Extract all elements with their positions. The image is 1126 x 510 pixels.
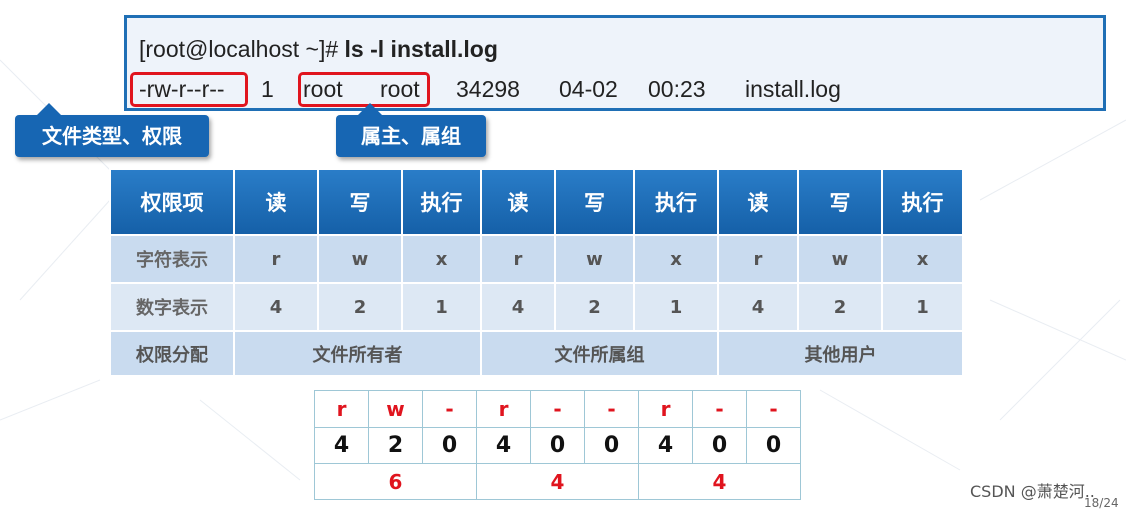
link-count: 1 <box>261 76 274 102</box>
header-cell: 读 <box>480 168 556 236</box>
time: 00:23 <box>648 76 706 102</box>
header-cell: 执行 <box>881 168 964 236</box>
example-grid: r w - r - - r - - 4 2 0 4 0 0 4 0 0 6 4 … <box>314 390 801 500</box>
sum-row: 6 4 4 <box>314 463 801 500</box>
row-label: 数字表示 <box>109 282 235 332</box>
header-cell: 写 <box>317 168 403 236</box>
row-label: 字符表示 <box>109 234 235 284</box>
symbol-cell: - <box>584 390 639 428</box>
cell: 2 <box>317 282 403 332</box>
cell: x <box>633 234 719 284</box>
digit-cell: 0 <box>422 427 477 464</box>
owner-group-highlight-box <box>298 72 430 107</box>
symbol-cell: r <box>638 390 693 428</box>
symbol-cell: - <box>746 390 801 428</box>
header-cell: 写 <box>797 168 883 236</box>
symbol-cell: - <box>530 390 585 428</box>
permission-table: 权限项 读 写 执行 读 写 执行 读 写 执行 字符表示 r w x r w … <box>109 168 964 377</box>
header-cell: 写 <box>554 168 635 236</box>
cell: 1 <box>401 282 482 332</box>
row-label: 权限分配 <box>109 330 235 377</box>
command-line: [root@localhost ~]# ls -l install.log <box>139 36 498 63</box>
cell: x <box>401 234 482 284</box>
prompt: [root@localhost ~]# <box>139 36 345 62</box>
header-cell: 读 <box>717 168 799 236</box>
filename: install.log <box>745 76 841 102</box>
char-row: 字符表示 r w x r w x r w x <box>109 234 964 284</box>
digit-cell: 4 <box>314 427 369 464</box>
group-cell: 文件所属组 <box>480 330 719 377</box>
cell: w <box>317 234 403 284</box>
digit-cell: 0 <box>692 427 747 464</box>
digit-cell: 0 <box>746 427 801 464</box>
callout-type-perm: 文件类型、权限 <box>15 103 209 157</box>
cell: 4 <box>480 282 556 332</box>
cell: r <box>480 234 556 284</box>
digit-cell: 0 <box>584 427 639 464</box>
cell: 1 <box>881 282 964 332</box>
date: 04-02 <box>559 76 618 102</box>
cell: 2 <box>797 282 883 332</box>
symbol-row: r w - r - - r - - <box>314 390 801 428</box>
cell: 4 <box>717 282 799 332</box>
terminal-box: [root@localhost ~]# ls -l install.log -r… <box>124 15 1106 111</box>
digit-cell: 4 <box>476 427 531 464</box>
sum-cell: 6 <box>314 463 477 500</box>
cell: r <box>717 234 799 284</box>
table-header-row: 权限项 读 写 执行 读 写 执行 读 写 执行 <box>109 168 964 236</box>
page-number: 18/24 <box>1084 496 1119 510</box>
file-size: 34298 <box>456 76 520 102</box>
digit-cell: 0 <box>530 427 585 464</box>
header-cell: 权限项 <box>109 168 235 236</box>
cell: x <box>881 234 964 284</box>
header-cell: 读 <box>233 168 319 236</box>
symbol-cell: r <box>476 390 531 428</box>
cell: 4 <box>233 282 319 332</box>
digit-cell: 4 <box>638 427 693 464</box>
symbol-cell: w <box>368 390 423 428</box>
symbol-cell: r <box>314 390 369 428</box>
command: ls -l install.log <box>344 36 498 62</box>
symbol-cell: - <box>422 390 477 428</box>
owner-group-cell: 文件所有者 <box>233 330 482 377</box>
header-cell: 执行 <box>633 168 719 236</box>
header-cell: 执行 <box>401 168 482 236</box>
cell: w <box>797 234 883 284</box>
callout-owner-group: 属主、属组 <box>336 103 486 157</box>
cell: w <box>554 234 635 284</box>
cell: 2 <box>554 282 635 332</box>
sum-cell: 4 <box>476 463 639 500</box>
digit-cell: 2 <box>368 427 423 464</box>
watermark: CSDN @萧楚河.. <box>970 482 1095 501</box>
cell: 1 <box>633 282 719 332</box>
others-cell: 其他用户 <box>717 330 964 377</box>
cell: r <box>233 234 319 284</box>
digit-row: 4 2 0 4 0 0 4 0 0 <box>314 427 801 464</box>
assign-row: 权限分配 文件所有者 文件所属组 其他用户 <box>109 330 964 377</box>
perm-highlight-box <box>130 72 248 107</box>
symbol-cell: - <box>692 390 747 428</box>
sum-cell: 4 <box>638 463 801 500</box>
num-row: 数字表示 4 2 1 4 2 1 4 2 1 <box>109 282 964 332</box>
